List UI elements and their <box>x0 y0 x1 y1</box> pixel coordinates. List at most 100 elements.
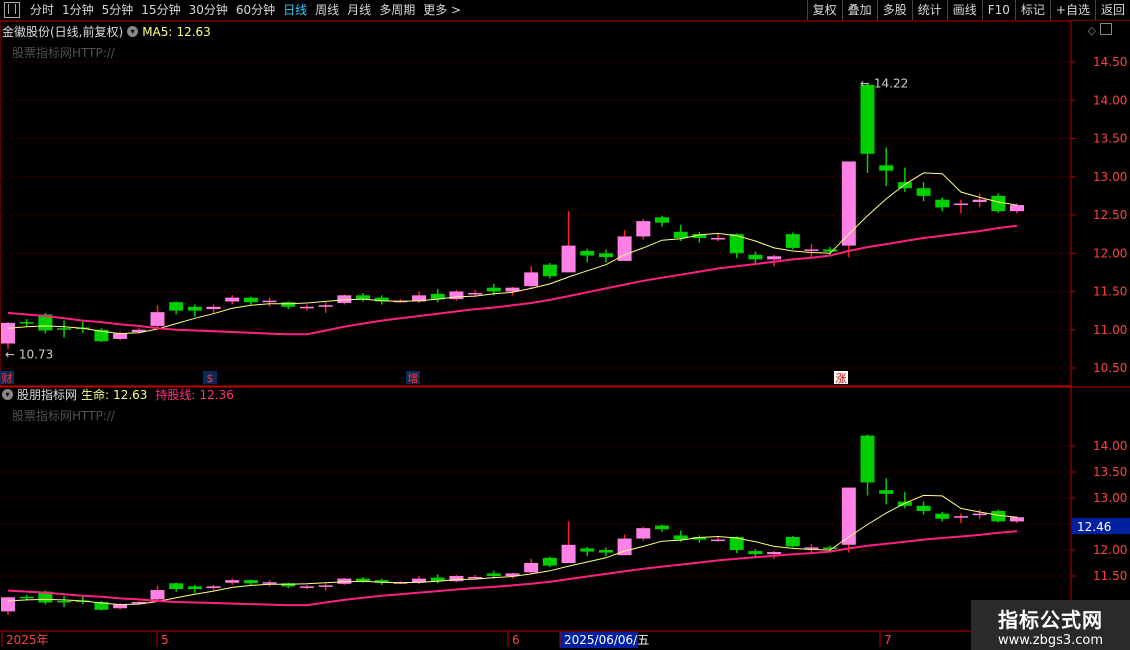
indicator-menu-icon[interactable]: ▾ <box>127 26 139 37</box>
function-button-5[interactable]: F10 <box>981 0 1015 20</box>
lower-candle <box>19 596 34 599</box>
upper-candle <box>860 84 875 154</box>
upper-candle <box>542 264 557 277</box>
function-button-2[interactable]: 多股 <box>876 0 912 20</box>
upper-candle <box>561 245 576 273</box>
lower-candle <box>169 583 184 589</box>
diamond-icon[interactable]: ◇ <box>1088 24 1096 37</box>
upper-candle <box>654 217 669 223</box>
current-price-label: 12.46 <box>1077 520 1111 534</box>
upper-candle <box>598 253 613 258</box>
upper-candle <box>767 256 782 260</box>
layout-grid-icon[interactable] <box>4 2 20 18</box>
lower-candle <box>561 544 576 563</box>
badge-url: www.zbgs3.com <box>997 633 1104 648</box>
upper-panel-header: 金徽股份(日线,前复权) ▾ MA5: 12.63 <box>2 23 211 40</box>
upper-candle <box>636 221 651 237</box>
upper-ytick-label: 13.00 <box>1093 170 1127 184</box>
upper-candle <box>673 231 688 238</box>
upper-candle <box>897 182 912 189</box>
lower-ytick-label: 14.00 <box>1093 439 1127 453</box>
lower-candle <box>879 490 894 494</box>
period-tab-6[interactable]: 日线 <box>279 0 311 20</box>
function-button-3[interactable]: 统计 <box>911 0 947 20</box>
xtick-label: 7 <box>884 633 892 647</box>
lower-candle <box>636 528 651 539</box>
lower-ytick-label: 13.00 <box>1093 491 1127 505</box>
function-button-8[interactable]: 返回 <box>1094 0 1130 20</box>
lower-candle <box>299 586 314 588</box>
lower-candle <box>524 563 539 573</box>
event-marker: $ <box>207 372 214 385</box>
xtick-label: 2025年 <box>6 633 49 647</box>
low-annotation: ← 10.73 <box>5 347 53 361</box>
lower-ytick-label: 13.50 <box>1093 465 1127 479</box>
upper-candle <box>972 199 987 202</box>
period-tab-2[interactable]: 5分钟 <box>98 0 138 20</box>
period-tab-4[interactable]: 30分钟 <box>185 0 232 20</box>
upper-candle <box>711 237 726 240</box>
lower-candle <box>804 547 819 549</box>
candlestick-chart[interactable]: 10.50 11.00 11.50 12.00 12.50 13.00 13.50 14.00… <box>0 21 1130 650</box>
upper-candle <box>524 272 539 287</box>
event-marker: 增 <box>408 371 419 385</box>
function-buttons: 复权 叠加 多股 统计 画线 F10 标记 +自选 返回 <box>806 0 1130 20</box>
lower-candle <box>711 539 726 542</box>
indicator-title: 股朋指标网 <box>17 388 78 402</box>
function-button-1[interactable]: 叠加 <box>841 0 877 20</box>
upper-candle <box>150 312 165 326</box>
lower-candle <box>972 513 987 516</box>
function-button-4[interactable]: 画线 <box>946 0 982 20</box>
function-button-7[interactable]: +自选 <box>1049 0 1095 20</box>
period-tab-0[interactable]: 分时 <box>26 0 58 20</box>
ma5-value: 12.63 <box>176 24 211 39</box>
period-tab-1[interactable]: 1分钟 <box>58 0 98 20</box>
upper-candle <box>841 161 856 246</box>
upper-candle <box>225 297 240 302</box>
upper-candle <box>486 287 501 292</box>
lower-candle <box>262 582 277 584</box>
upper-candle <box>953 203 968 206</box>
function-button-0[interactable]: 复权 <box>806 0 842 20</box>
upper-ytick-label: 10.50 <box>1093 361 1127 375</box>
upper-candle <box>113 333 128 339</box>
upper-ytick-label: 13.50 <box>1093 132 1127 146</box>
xtick-label: 5 <box>161 633 169 647</box>
upper-ytick-label: 12.00 <box>1093 246 1127 260</box>
period-tab-10[interactable]: 更多 > <box>419 0 465 20</box>
upper-candle <box>580 250 595 256</box>
period-tab-9[interactable]: 多周期 <box>375 0 419 20</box>
upper-candle <box>206 306 221 310</box>
lower-candle <box>598 550 613 553</box>
event-marker: 涨 <box>836 372 847 385</box>
upper-ytick-label: 14.50 <box>1093 55 1127 69</box>
lower-panel-header: ▾ 股朋指标网 生命: 12.63 持股线: 12.36 <box>2 386 234 403</box>
period-toolbar: 分时 1分钟 5分钟 15分钟 30分钟 60分钟 日线 周线 月线 多周期 更多 > 复权 叠加 多股… <box>0 0 1130 21</box>
upper-candle <box>356 295 371 300</box>
period-tabs: 分时 1分钟 5分钟 15分钟 30分钟 60分钟 日线 周线 月线 多周期 更多 > <box>26 0 465 20</box>
period-tab-3[interactable]: 15分钟 <box>137 0 184 20</box>
period-tab-5[interactable]: 60分钟 <box>232 0 279 20</box>
lower-candle <box>1010 517 1024 522</box>
function-button-6[interactable]: 标记 <box>1014 0 1050 20</box>
lower-watermark: 股票指标网HTTP:// <box>12 409 115 423</box>
indicator-menu-icon[interactable]: ▾ <box>2 389 13 400</box>
site-badge: 指标公式网 www.zbgs3.com <box>971 600 1130 650</box>
upper-candle <box>299 306 314 309</box>
lower-candle <box>486 573 501 576</box>
lower-candle <box>916 505 931 511</box>
upper-candle <box>281 302 296 307</box>
lower-candle <box>57 600 72 603</box>
period-tab-8[interactable]: 月线 <box>343 0 375 20</box>
xtick-label: 6 <box>512 633 520 647</box>
upper-candle <box>187 306 202 311</box>
panel-toggle-icon[interactable] <box>1100 23 1112 35</box>
lower-candle <box>150 590 165 600</box>
event-marker: 财 <box>2 371 13 385</box>
lower-candle <box>935 513 950 519</box>
lower-candle <box>785 537 800 547</box>
upper-candle <box>1010 205 1024 212</box>
period-tab-7[interactable]: 周线 <box>311 0 343 20</box>
lower-candle <box>225 580 240 583</box>
upper-candle <box>468 293 483 295</box>
